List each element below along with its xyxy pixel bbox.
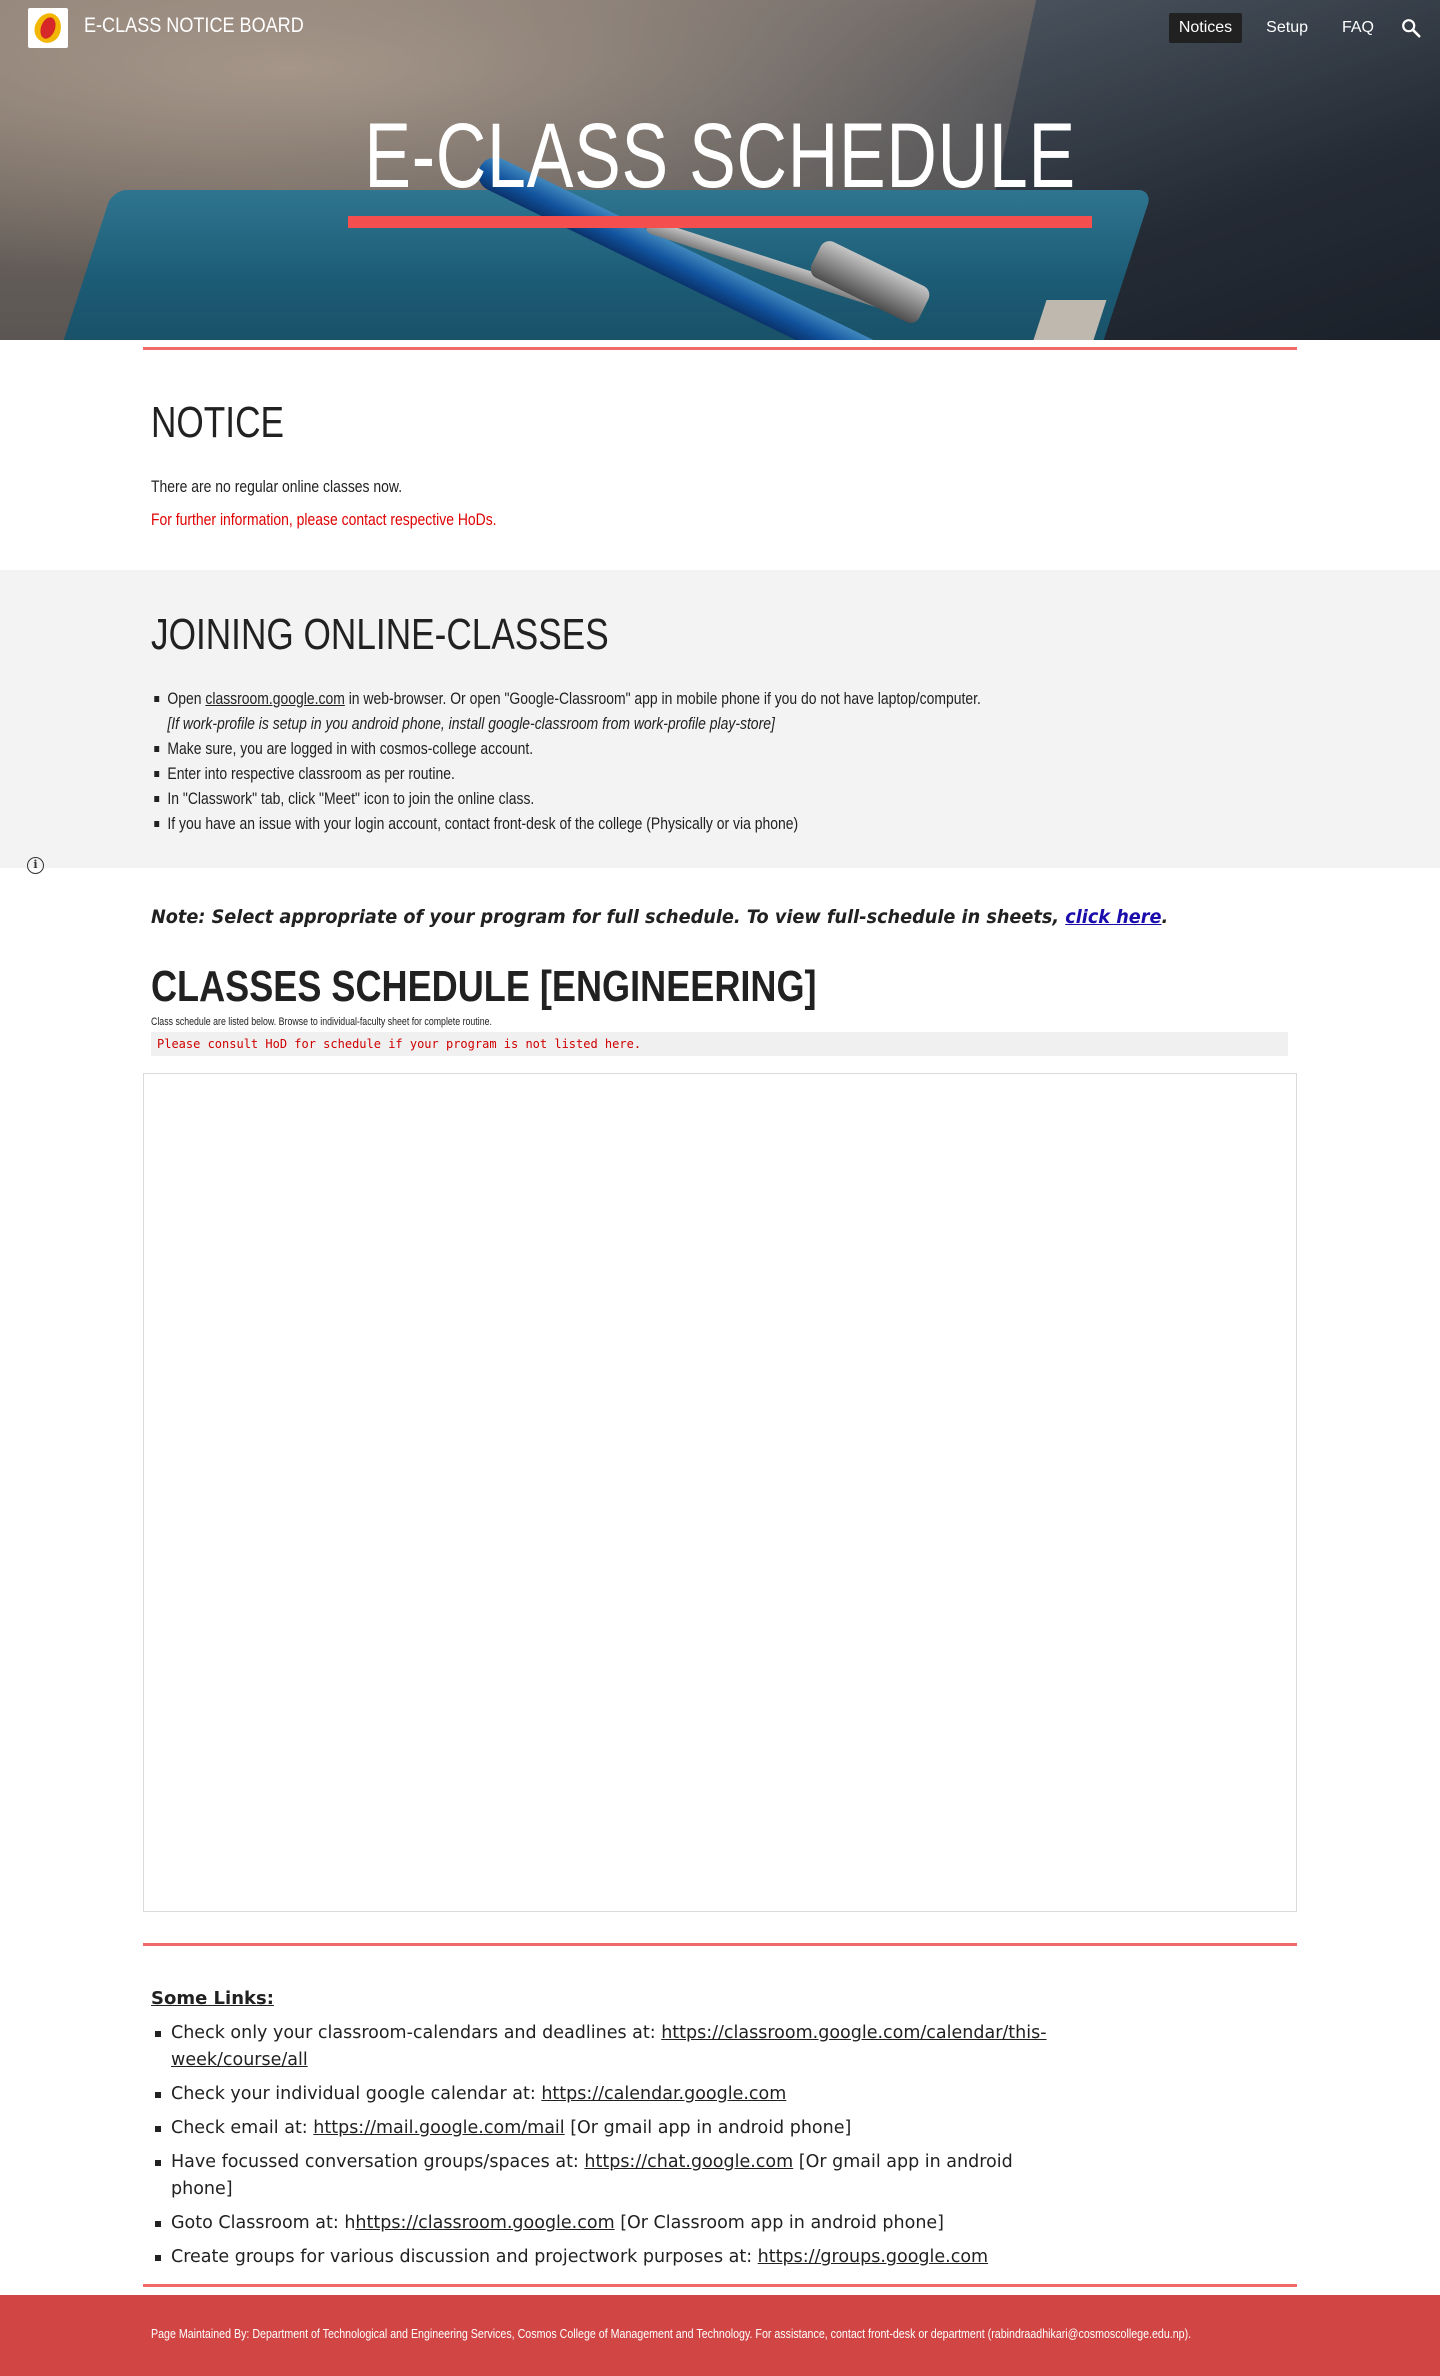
link-desc: Create groups for various discussion and… xyxy=(171,2247,758,2267)
top-navigation-bar: E-CLASS NOTICE BOARD Notices Setup FAQ xyxy=(0,0,1440,56)
page-footer: Page Maintained By: Department of Techno… xyxy=(0,2295,1440,2376)
list-item: If you have an issue with your login acc… xyxy=(151,811,981,836)
logo-icon xyxy=(30,9,66,47)
step-subnote: [If work-profile is setup in you android… xyxy=(167,714,775,733)
link-desc: Goto Classroom at: h xyxy=(171,2213,356,2233)
list-item: Open classroom.google.com in web-browser… xyxy=(151,686,981,736)
notice-text: There are no regular online classes now. xyxy=(151,477,403,496)
list-item: Have focussed conversation groups/spaces… xyxy=(151,2149,1051,2203)
link-desc: Have focussed conversation groups/spaces… xyxy=(171,2152,585,2172)
list-item: Check only your classroom-calendars and … xyxy=(151,2020,1051,2074)
site-nav: Notices Setup FAQ xyxy=(1168,13,1440,43)
step-text: in web-browser. Or open "Google-Classroo… xyxy=(344,689,981,708)
info-icon[interactable]: i xyxy=(27,857,44,874)
link-desc: Check email at: xyxy=(171,2118,314,2138)
footer-text: Page Maintained By: Department of Techno… xyxy=(151,2326,1192,2341)
note-text: Note: Select appropriate of your program… xyxy=(151,906,1066,928)
link-desc: Check only your classroom-calendars and … xyxy=(171,2023,662,2043)
links-list: Check only your classroom-calendars and … xyxy=(151,2020,1051,2278)
schedule-embed-frame[interactable] xyxy=(143,1073,1297,1912)
note-end: . xyxy=(1161,906,1169,928)
schedule-subtext: Class schedule are listed below. Browse … xyxy=(151,1016,492,1028)
divider xyxy=(143,1943,1297,1946)
list-item: Goto Classroom at: hhttps://classroom.go… xyxy=(151,2210,1051,2237)
list-item: Create groups for various discussion and… xyxy=(151,2244,1051,2271)
classroom-link[interactable]: classroom.google.com xyxy=(205,689,344,708)
college-logo[interactable] xyxy=(28,8,68,48)
divider xyxy=(143,2284,1297,2287)
search-icon[interactable] xyxy=(1400,17,1422,39)
nav-item-setup[interactable]: Setup xyxy=(1256,13,1318,43)
schedule-heading: CLASSES SCHEDULE [ENGINEERING] xyxy=(151,962,817,1011)
links-heading: Some Links: xyxy=(151,1988,274,2009)
joining-steps-list: Open classroom.google.com in web-browser… xyxy=(151,686,1163,836)
step-text: Open xyxy=(167,689,206,708)
hero-banner: E-CLASS NOTICE BOARD Notices Setup FAQ E… xyxy=(0,0,1440,340)
classroom-home-link[interactable]: https://classroom.google.com xyxy=(355,2213,614,2233)
full-schedule-link[interactable]: click here xyxy=(1065,906,1161,928)
nav-item-notices[interactable]: Notices xyxy=(1168,13,1243,43)
link-desc: Check your individual google calendar at… xyxy=(171,2084,542,2104)
hero-title: E-CLASS SCHEDULE xyxy=(0,110,1440,202)
divider xyxy=(143,347,1297,350)
list-item: Check your individual google calendar at… xyxy=(151,2081,1051,2108)
link-after: [Or gmail app in android phone] xyxy=(564,2118,852,2138)
calendar-link[interactable]: https://calendar.google.com xyxy=(541,2084,786,2104)
groups-link[interactable]: https://groups.google.com xyxy=(758,2247,988,2267)
schedule-note: Note: Select appropriate of your program… xyxy=(151,906,1168,928)
schedule-code-note: Please consult HoD for schedule if your … xyxy=(151,1032,1288,1056)
code-note-text: Please consult HoD for schedule if your … xyxy=(157,1037,642,1051)
chat-link[interactable]: https://chat.google.com xyxy=(584,2152,793,2172)
hero-title-text: E-CLASS SCHEDULE xyxy=(364,105,1076,207)
list-item: Enter into respective classroom as per r… xyxy=(151,761,981,786)
list-item: Check email at: https://mail.google.com/… xyxy=(151,2115,1051,2142)
mail-link[interactable]: https://mail.google.com/mail xyxy=(313,2118,564,2138)
notice-heading: NOTICE xyxy=(151,398,284,447)
hero-accent-bar xyxy=(348,216,1092,228)
site-title[interactable]: E-CLASS NOTICE BOARD xyxy=(84,14,304,38)
nav-item-faq[interactable]: FAQ xyxy=(1332,13,1384,43)
link-after: [Or Classroom app in android phone] xyxy=(614,2213,945,2233)
joining-heading: JOINING ONLINE-CLASSES xyxy=(151,610,609,659)
list-item: In "Classwork" tab, click "Meet" icon to… xyxy=(151,786,981,811)
notice-contact-text: For further information, please contact … xyxy=(151,510,497,529)
list-item: Make sure, you are logged in with cosmos… xyxy=(151,736,981,761)
